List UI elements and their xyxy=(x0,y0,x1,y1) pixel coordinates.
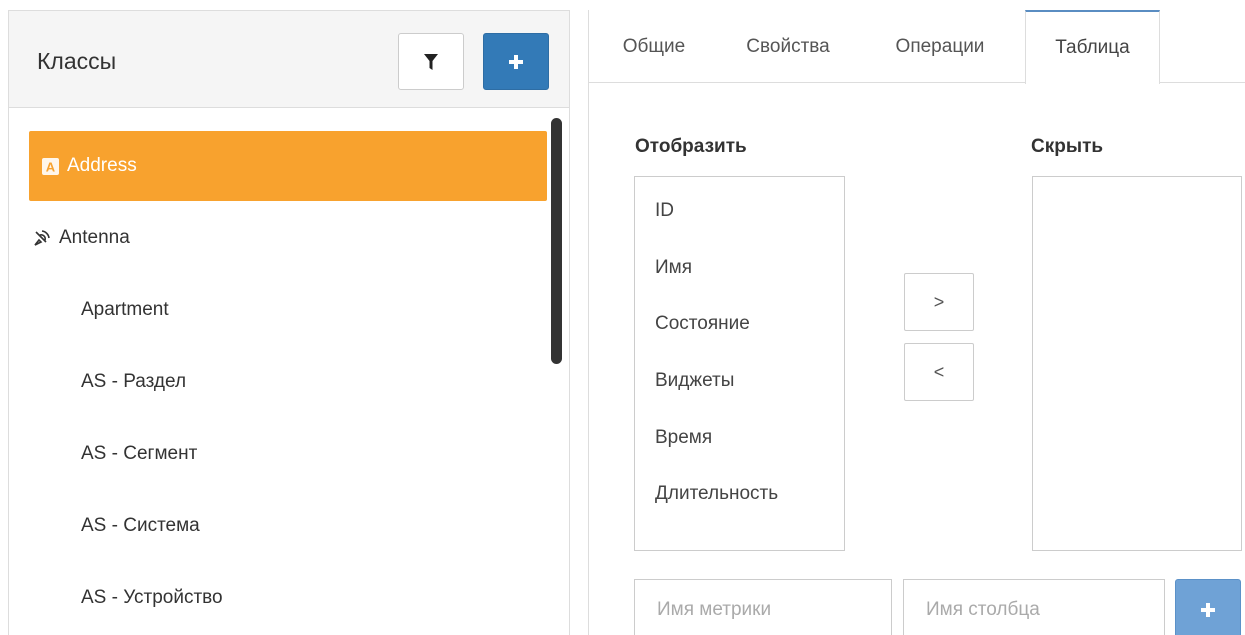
list-item[interactable]: Длительность xyxy=(655,483,778,505)
class-item-label: AS - Устройство xyxy=(81,587,223,608)
class-item-label: Antenna xyxy=(59,227,130,248)
class-details-panel: Общие Свойства Операции Таблица Отобрази… xyxy=(588,10,1245,635)
class-item-as-sistema[interactable]: AS - Система xyxy=(29,491,547,561)
class-item-as-segment[interactable]: AS - Сегмент xyxy=(29,419,547,489)
classes-panel-header: Классы xyxy=(9,11,569,108)
class-item-label: AS - Раздел xyxy=(81,371,187,392)
tab-operations[interactable]: Операции xyxy=(872,10,1008,83)
hidden-columns-list[interactable] xyxy=(1032,176,1242,551)
class-item-as-ustroystvo[interactable]: AS - Устройство xyxy=(29,563,547,633)
class-item-label: AS - Система xyxy=(81,515,200,536)
classes-panel: Классы A Address Antenna Apartment AS - … xyxy=(8,10,570,635)
class-item-label: AS - Сегмент xyxy=(81,443,198,464)
tab-label: Свойства xyxy=(746,35,830,57)
add-class-button[interactable] xyxy=(483,33,549,90)
add-column-button[interactable] xyxy=(1175,579,1241,635)
tab-label: Таблица xyxy=(1055,37,1130,58)
show-columns-heading: Отобразить xyxy=(635,136,747,157)
move-left-label: < xyxy=(933,361,945,382)
scrollbar-thumb[interactable] xyxy=(551,118,562,364)
filter-icon xyxy=(424,53,438,70)
list-item[interactable]: Состояние xyxy=(655,313,750,335)
tab-label: Общие xyxy=(622,35,686,57)
plus-icon xyxy=(509,54,523,69)
tabs-bar: Общие Свойства Операции Таблица xyxy=(589,10,1245,84)
plus-icon xyxy=(1201,603,1215,617)
tab-general[interactable]: Общие xyxy=(589,10,719,83)
class-item-label: Apartment xyxy=(81,299,169,320)
hide-columns-heading: Скрыть xyxy=(1031,136,1104,157)
letter-a-icon: A xyxy=(39,155,61,177)
list-item[interactable]: Имя xyxy=(655,257,692,279)
move-right-label: > xyxy=(933,291,945,312)
class-item-address[interactable]: A Address xyxy=(29,131,547,201)
shown-columns-list[interactable]: ID Имя Состояние Виджеты Время Длительно… xyxy=(634,176,845,551)
move-right-button[interactable]: > xyxy=(904,273,974,331)
list-item[interactable]: Виджеты xyxy=(655,370,734,392)
satellite-icon xyxy=(31,227,53,249)
filter-button[interactable] xyxy=(398,33,464,90)
move-left-button[interactable]: < xyxy=(904,343,974,401)
class-item-label: Address xyxy=(67,155,137,176)
metric-name-input[interactable] xyxy=(634,579,892,635)
tab-properties[interactable]: Свойства xyxy=(723,10,853,83)
class-item-as-razdel[interactable]: AS - Раздел xyxy=(29,347,547,417)
column-name-input[interactable] xyxy=(903,579,1165,635)
class-item-apartment[interactable]: Apartment xyxy=(29,275,547,345)
classes-panel-title: Классы xyxy=(37,48,117,74)
svg-text:A: A xyxy=(45,159,55,174)
class-item-antenna[interactable]: Antenna xyxy=(29,203,547,273)
list-item[interactable]: ID xyxy=(655,200,674,222)
list-item[interactable]: Время xyxy=(655,427,712,449)
tab-label: Операции xyxy=(895,35,985,57)
tab-table[interactable]: Таблица xyxy=(1025,10,1160,84)
